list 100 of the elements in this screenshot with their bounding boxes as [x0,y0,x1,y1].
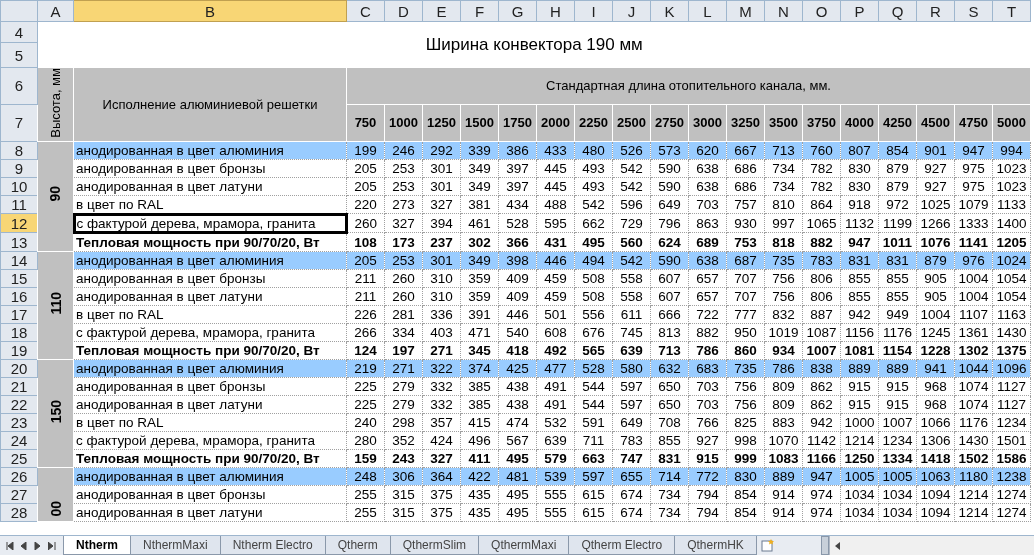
sheet-tab[interactable]: Ntherm [63,536,131,555]
table-cell[interactable]: 596 [612,195,651,214]
table-cell[interactable]: 883 [764,413,803,432]
table-cell[interactable]: 1000 [840,413,879,432]
table-cell[interactable]: 260 [384,287,423,306]
table-cell[interactable]: 864 [802,195,841,214]
table-cell[interactable]: в цвет по RAL [73,413,347,432]
table-cell[interactable]: анодированная в цвет латуни [73,503,347,522]
table-cell[interactable]: 226 [346,305,385,324]
table-cell[interactable]: 950 [726,323,765,342]
table-cell[interactable]: 809 [764,395,803,414]
table-cell[interactable]: 556 [574,305,613,324]
table-cell[interactable]: 757 [726,195,765,214]
table-cell[interactable]: 124 [346,341,385,360]
table-cell[interactable]: 998 [726,431,765,450]
table-cell[interactable]: 1154 [878,341,917,360]
table-cell[interactable]: 1054 [992,287,1031,306]
sheet-tab[interactable]: NthermMaxi [130,536,221,555]
table-cell[interactable]: 1166 [802,449,841,468]
table-cell[interactable]: 394 [422,213,461,233]
table-cell[interactable]: 794 [688,485,727,504]
table-cell[interactable]: 855 [878,269,917,288]
table-cell[interactable]: 315 [384,503,423,522]
table-cell[interactable]: 255 [346,485,385,504]
table-cell[interactable]: 211 [346,269,385,288]
table-cell[interactable]: 855 [840,287,879,306]
table-cell[interactable]: 1074 [954,377,993,396]
table-cell[interactable]: 915 [878,377,917,396]
table-cell[interactable]: 445 [536,159,575,178]
table-cell[interactable]: 1107 [954,305,993,324]
table-cell[interactable]: 279 [384,377,423,396]
table-cell[interactable]: 1054 [992,269,1031,288]
table-cell[interactable]: 225 [346,395,385,414]
table-cell[interactable]: 855 [878,287,917,306]
table-cell[interactable]: анодированная в цвет латуни [73,287,347,306]
table-cell[interactable]: 707 [726,287,765,306]
table-cell[interactable]: 544 [574,377,613,396]
table-cell[interactable]: 403 [422,323,461,342]
table-cell[interactable]: 281 [384,305,423,324]
column-header[interactable]: G [498,0,537,22]
column-header[interactable]: R [916,0,955,22]
first-sheet-icon[interactable] [6,541,14,550]
table-cell[interactable]: 496 [460,431,499,450]
table-cell[interactable]: 1141 [954,232,993,252]
table-cell[interactable]: 352 [384,431,423,450]
table-cell[interactable]: 879 [878,177,917,196]
table-cell[interactable]: 1266 [916,213,955,233]
table-cell[interactable]: 310 [422,287,461,306]
table-cell[interactable]: 747 [612,449,651,468]
table-cell[interactable]: 855 [650,431,689,450]
table-cell[interactable]: 1127 [992,395,1031,414]
table-cell[interactable]: 1176 [878,323,917,342]
table-cell[interactable]: 607 [650,269,689,288]
table-cell[interactable]: 713 [650,341,689,360]
table-cell[interactable]: 1214 [954,503,993,522]
table-cell[interactable]: 590 [650,159,689,178]
table-cell[interactable]: Тепловая мощность при 90/70/20, Вт [73,341,347,360]
table-cell[interactable]: 649 [650,195,689,214]
sheet-tab[interactable]: QthermSlim [389,536,480,555]
column-header[interactable]: L [688,0,727,22]
table-cell[interactable]: 279 [384,395,423,414]
table-cell[interactable]: 579 [536,449,575,468]
table-cell[interactable]: 1034 [878,485,917,504]
table-cell[interactable]: 674 [612,485,651,504]
column-header[interactable]: J [612,0,651,22]
table-cell[interactable]: 974 [802,485,841,504]
table-cell[interactable]: 495 [498,449,537,468]
table-cell[interactable]: 624 [650,232,689,252]
table-cell[interactable]: 508 [574,269,613,288]
table-cell[interactable]: 657 [688,287,727,306]
table-cell[interactable]: 947 [840,232,879,252]
sheet-tab[interactable]: Qtherm Electro [568,536,676,555]
table-cell[interactable]: 1250 [840,449,879,468]
table-cell[interactable]: 273 [384,195,423,214]
table-cell[interactable]: 703 [688,195,727,214]
table-cell[interactable]: 968 [916,377,955,396]
table-cell[interactable]: 332 [422,395,461,414]
table-cell[interactable]: 493 [574,177,613,196]
column-header[interactable]: O [802,0,841,22]
table-cell[interactable]: 818 [764,232,803,252]
table-cell[interactable]: 205 [346,159,385,178]
table-cell[interactable]: 703 [688,377,727,396]
table-cell[interactable]: 1087 [802,323,841,342]
table-cell[interactable]: 301 [422,159,461,178]
sheet-tab[interactable]: QthermHK [674,536,757,555]
table-cell[interactable]: 756 [726,377,765,396]
sheet-tab[interactable]: QthermMaxi [478,536,570,555]
table-cell[interactable]: 501 [536,305,575,324]
table-cell[interactable]: 975 [954,177,993,196]
table-cell[interactable]: 638 [688,177,727,196]
table-cell[interactable]: 753 [726,232,765,252]
table-cell[interactable]: 415 [460,413,499,432]
table-cell[interactable]: 397 [498,159,537,178]
table-cell[interactable]: 332 [422,377,461,396]
table-cell[interactable]: анодированная в цвет бронзы [73,485,347,504]
table-cell[interactable]: 1176 [954,413,993,432]
table-cell[interactable]: 301 [422,177,461,196]
table-cell[interactable]: 1306 [916,431,955,450]
table-cell[interactable]: 471 [460,323,499,342]
row-header[interactable]: 6 [0,67,38,105]
